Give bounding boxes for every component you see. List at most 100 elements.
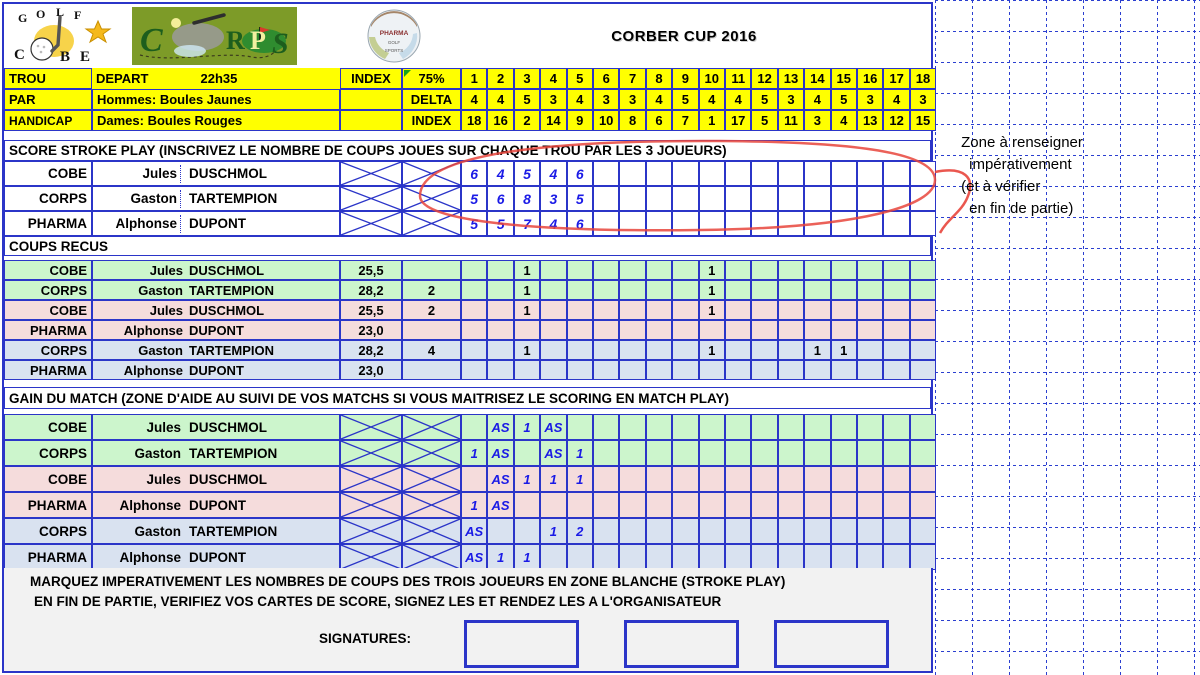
stroke-score-r0-h8[interactable] [645,161,673,186]
recus-mark-r2-h18[interactable] [909,300,937,320]
gain-mark-r0-h11[interactable] [725,414,752,440]
recus-mark-r3-h3[interactable] [513,320,541,340]
stroke-score-r1-h17[interactable] [883,186,910,211]
stroke-score-r1-h4[interactable]: 3 [540,186,567,211]
gain-mark-r1-h16[interactable] [857,440,884,466]
recus-mark-r0-h17[interactable] [883,260,910,280]
gain-mark-r0-h7[interactable] [619,414,646,440]
recus-mark-r0-h16[interactable] [857,260,884,280]
recus-mark-r5-h15[interactable] [830,360,857,380]
recus-mark-r4-h6[interactable] [593,340,620,360]
recus-mark-r3-h18[interactable] [909,320,937,340]
recus-mark-r4-h4[interactable] [540,340,567,360]
gain-mark-r3-h10[interactable] [698,492,725,518]
recus-mark-r0-h15[interactable] [830,260,857,280]
signature-box-3[interactable] [774,620,889,668]
recus-mark-r4-h12[interactable] [751,340,778,360]
recus-mark-r1-h6[interactable] [593,280,620,300]
stroke-score-r2-h6[interactable] [593,211,620,236]
recus-mark-r0-h18[interactable] [909,260,937,280]
gain-mark-r3-h18[interactable] [909,492,937,518]
recus-mark-r5-h12[interactable] [751,360,778,380]
recus-mark-r2-h5[interactable] [566,300,593,320]
stroke-score-r0-h13[interactable] [777,161,805,186]
gain-mark-r1-h14[interactable] [804,440,831,466]
recus-mark-r4-h3[interactable]: 1 [513,340,541,360]
gain-mark-r4-h13[interactable] [777,518,805,544]
gain-mark-r1-h13[interactable] [777,440,805,466]
gain-mark-r5-h2[interactable]: 1 [487,544,514,570]
gain-mark-r5-h11[interactable] [725,544,752,570]
gain-mark-r0-h8[interactable] [645,414,673,440]
recus-mark-r1-h15[interactable] [830,280,857,300]
recus-mark-r2-h1[interactable] [461,300,488,320]
gain-mark-r1-h15[interactable] [830,440,857,466]
gain-mark-r4-h16[interactable] [857,518,884,544]
gain-mark-r3-h6[interactable] [593,492,620,518]
stroke-score-r2-h11[interactable] [725,211,752,236]
recus-mark-r3-h8[interactable] [645,320,673,340]
gain-mark-r1-h3[interactable] [513,440,541,466]
gain-mark-r0-h13[interactable] [777,414,805,440]
gain-mark-r3-h4[interactable] [540,492,567,518]
stroke-score-r0-h11[interactable] [725,161,752,186]
recus-mark-r2-h12[interactable] [751,300,778,320]
gain-mark-r2-h3[interactable]: 1 [513,466,541,492]
recus-mark-r2-h10[interactable]: 1 [698,300,725,320]
recus-mark-r5-h10[interactable] [698,360,725,380]
recus-mark-r1-h10[interactable]: 1 [698,280,725,300]
stroke-score-r1-h10[interactable] [698,186,725,211]
recus-mark-r5-h18[interactable] [909,360,937,380]
gain-mark-r2-h8[interactable] [645,466,673,492]
stroke-score-r0-h17[interactable] [883,161,910,186]
gain-mark-r4-h6[interactable] [593,518,620,544]
gain-mark-r0-h16[interactable] [857,414,884,440]
gain-mark-r2-h7[interactable] [619,466,646,492]
gain-mark-r5-h4[interactable] [540,544,567,570]
gain-mark-r0-h2[interactable]: AS [487,414,514,440]
gain-mark-r3-h16[interactable] [857,492,884,518]
gain-mark-r4-h12[interactable] [751,518,778,544]
gain-mark-r2-h16[interactable] [857,466,884,492]
stroke-score-r0-h4[interactable]: 4 [540,161,567,186]
stroke-score-r1-h8[interactable] [645,186,673,211]
recus-mark-r5-h1[interactable] [461,360,488,380]
recus-mark-r4-h11[interactable] [725,340,752,360]
stroke-score-r2-h2[interactable]: 5 [487,211,514,236]
gain-mark-r3-h12[interactable] [751,492,778,518]
gain-mark-r3-h8[interactable] [645,492,673,518]
recus-mark-r2-h4[interactable] [540,300,567,320]
gain-mark-r4-h15[interactable] [830,518,857,544]
recus-mark-r0-h2[interactable] [487,260,514,280]
gain-mark-r1-h9[interactable] [672,440,699,466]
gain-mark-r0-h6[interactable] [593,414,620,440]
recus-mark-r5-h9[interactable] [672,360,699,380]
stroke-score-r0-h18[interactable] [909,161,937,186]
stroke-score-r2-h13[interactable] [777,211,805,236]
stroke-score-r1-h16[interactable] [857,186,884,211]
recus-mark-r2-h9[interactable] [672,300,699,320]
recus-mark-r5-h8[interactable] [645,360,673,380]
recus-mark-r4-h17[interactable] [883,340,910,360]
recus-mark-r1-h5[interactable] [566,280,593,300]
gain-mark-r0-h9[interactable] [672,414,699,440]
gain-mark-r2-h17[interactable] [883,466,910,492]
gain-mark-r2-h15[interactable] [830,466,857,492]
recus-mark-r3-h1[interactable] [461,320,488,340]
gain-mark-r3-h15[interactable] [830,492,857,518]
recus-mark-r0-h13[interactable] [777,260,805,280]
gain-mark-r2-h4[interactable]: 1 [540,466,567,492]
stroke-score-r1-h11[interactable] [725,186,752,211]
recus-mark-r1-h2[interactable] [487,280,514,300]
gain-mark-r1-h10[interactable] [698,440,725,466]
gain-mark-r5-h18[interactable] [909,544,937,570]
gain-mark-r5-h9[interactable] [672,544,699,570]
stroke-score-r1-h2[interactable]: 6 [487,186,514,211]
recus-mark-r0-h5[interactable] [566,260,593,280]
recus-mark-r5-h14[interactable] [804,360,831,380]
recus-mark-r2-h11[interactable] [725,300,752,320]
recus-mark-r3-h10[interactable] [698,320,725,340]
stroke-score-r1-h5[interactable]: 5 [566,186,593,211]
stroke-score-r2-h5[interactable]: 6 [566,211,593,236]
stroke-score-r0-h3[interactable]: 5 [513,161,541,186]
